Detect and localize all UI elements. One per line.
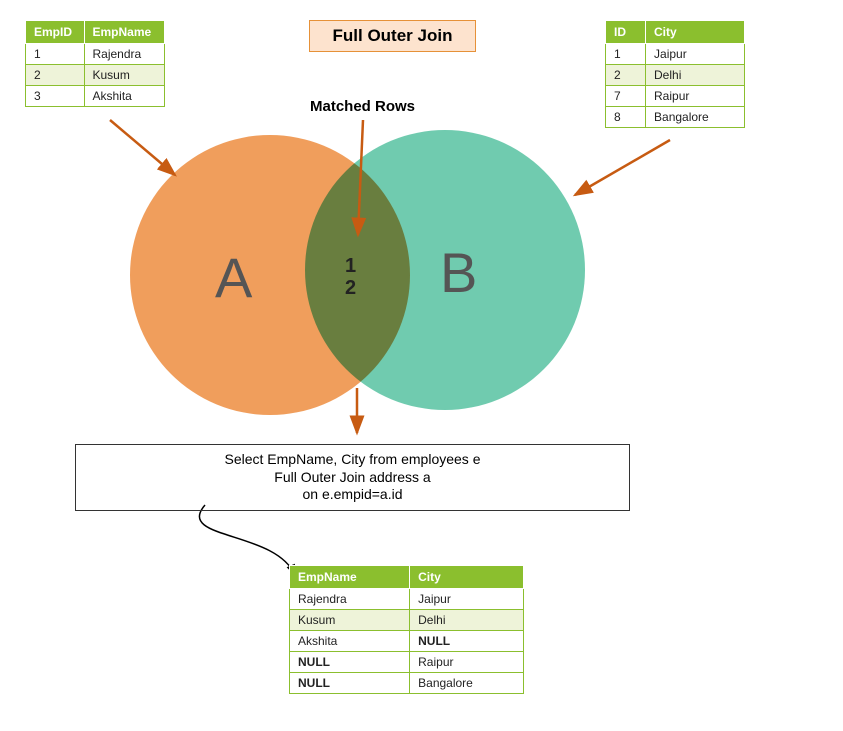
cell: 2 — [26, 65, 85, 86]
overlap-value: 1 — [345, 255, 356, 277]
col-empname: EmpName — [84, 21, 165, 44]
cell-null: NULL — [410, 631, 524, 652]
sql-line: Full Outer Join address a — [86, 469, 619, 487]
table-row: 2 Delhi — [606, 65, 745, 86]
cell: 3 — [26, 86, 85, 107]
table-row: 1 Jaipur — [606, 44, 745, 65]
table-header: EmpName City — [290, 566, 524, 589]
cell: Kusum — [84, 65, 165, 86]
address-table: ID City 1 Jaipur 2 Delhi 7 Raipur 8 Bang… — [605, 20, 745, 128]
arrow-venn-to-sql — [345, 388, 375, 443]
cell: Jaipur — [646, 44, 745, 65]
venn-overlap-values: 1 2 — [345, 255, 356, 299]
table-row: 7 Raipur — [606, 86, 745, 107]
cell: Raipur — [410, 652, 524, 673]
cell-null: NULL — [290, 652, 410, 673]
table-row: NULL Bangalore — [290, 673, 524, 694]
venn-label-b: B — [440, 240, 477, 305]
overlap-value: 2 — [345, 277, 356, 299]
cell: Bangalore — [410, 673, 524, 694]
employees-table: EmpID EmpName 1 Rajendra 2 Kusum 3 Akshi… — [25, 20, 165, 107]
table-row: Akshita NULL — [290, 631, 524, 652]
cell: 1 — [26, 44, 85, 65]
cell: Delhi — [646, 65, 745, 86]
cell: Akshita — [290, 631, 410, 652]
matched-rows-label: Matched Rows — [310, 98, 415, 115]
table-header: ID City — [606, 21, 745, 44]
table-row: Kusum Delhi — [290, 610, 524, 631]
col-city: City — [410, 566, 524, 589]
table-row: 1 Rajendra — [26, 44, 165, 65]
arrow-address-to-b — [560, 135, 680, 215]
sql-line: Select EmpName, City from employees e — [86, 451, 619, 469]
cell: Kusum — [290, 610, 410, 631]
col-empid: EmpID — [26, 21, 85, 44]
cell-null: NULL — [290, 673, 410, 694]
table-row: NULL Raipur — [290, 652, 524, 673]
cell: Rajendra — [84, 44, 165, 65]
cell: Delhi — [410, 610, 524, 631]
result-table: EmpName City Rajendra Jaipur Kusum Delhi… — [289, 565, 524, 694]
table-row: 8 Bangalore — [606, 107, 745, 128]
col-id: ID — [606, 21, 646, 44]
table-header: EmpID EmpName — [26, 21, 165, 44]
table-row: 3 Akshita — [26, 86, 165, 107]
cell: Akshita — [84, 86, 165, 107]
cell: Jaipur — [410, 589, 524, 610]
cell: 2 — [606, 65, 646, 86]
cell: 7 — [606, 86, 646, 107]
cell: Bangalore — [646, 107, 745, 128]
arrow-matched-to-overlap — [348, 115, 378, 250]
table-row: 2 Kusum — [26, 65, 165, 86]
arrow-employees-to-a — [105, 115, 195, 190]
sql-query-box: Select EmpName, City from employees e Fu… — [75, 444, 630, 511]
cell: Rajendra — [290, 589, 410, 610]
cell: Raipur — [646, 86, 745, 107]
sql-line: on e.empid=a.id — [86, 486, 619, 504]
table-row: Rajendra Jaipur — [290, 589, 524, 610]
cell: 1 — [606, 44, 646, 65]
col-city: City — [646, 21, 745, 44]
venn-label-a: A — [215, 245, 252, 310]
page-title: Full Outer Join — [309, 20, 476, 52]
col-empname: EmpName — [290, 566, 410, 589]
cell: 8 — [606, 107, 646, 128]
